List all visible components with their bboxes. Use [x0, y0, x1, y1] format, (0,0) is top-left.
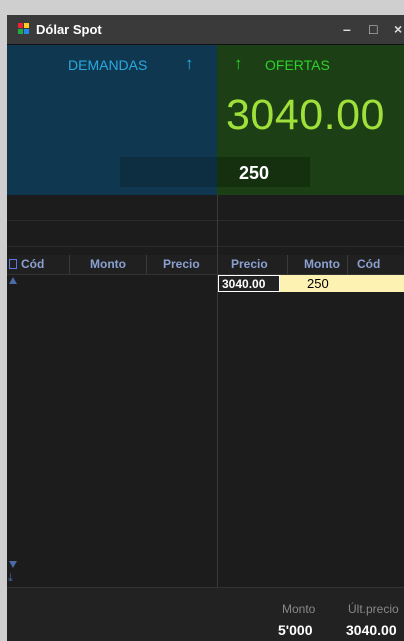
summary-bar: Monto 5'000 Últ.precio 3040.00 — [7, 587, 404, 641]
title-bar[interactable]: Dólar Spot – □ × — [7, 15, 404, 45]
ultimo-precio-label: Últ.precio — [348, 602, 399, 616]
scroll-up-icon[interactable] — [9, 277, 17, 284]
column-settings-icon[interactable] — [9, 259, 17, 269]
offer-row-price[interactable]: 3040.00 — [218, 275, 280, 292]
column-header-cod[interactable]: Cód — [357, 257, 380, 271]
offer-row[interactable]: 250 — [280, 275, 404, 292]
empty-row — [7, 195, 404, 221]
arrow-up-icon: ↑ — [185, 54, 194, 73]
order-book-header: Cód Monto Precio Precio Monto Cód — [7, 255, 404, 275]
scroll-to-end-icon[interactable]: ⤓ — [8, 573, 18, 584]
column-header-cod[interactable]: Cód — [21, 257, 44, 271]
minimize-button[interactable]: – — [343, 19, 351, 39]
monto-value: 5'000 — [278, 622, 313, 638]
best-offer-price: 3040.00 — [226, 91, 385, 139]
maximize-button[interactable]: □ — [369, 19, 377, 39]
demandas-quantity-box — [120, 157, 217, 187]
book-divider — [217, 195, 218, 587]
ofertas-label: OFERTAS — [265, 57, 330, 73]
window-title: Dólar Spot — [36, 22, 102, 37]
column-header-monto[interactable]: Monto — [304, 257, 340, 271]
dolar-spot-window: Dólar Spot – □ × DEMANDAS ↑ ↑ OFERTAS 30… — [7, 15, 404, 641]
close-button[interactable]: × — [394, 19, 402, 39]
arrow-up-icon: ↑ — [234, 54, 243, 73]
ultimo-precio-value: 3040.00 — [346, 622, 397, 638]
app-logo-icon — [18, 23, 30, 35]
column-header-monto[interactable]: Monto — [90, 257, 126, 271]
empty-row — [7, 221, 404, 247]
scroll-down-icon[interactable] — [9, 561, 17, 568]
demandas-panel[interactable]: DEMANDAS ↑ — [7, 45, 217, 195]
best-offer-quantity: 250 — [239, 163, 270, 183]
monto-label: Monto — [282, 602, 316, 616]
demandas-label: DEMANDAS — [68, 57, 148, 73]
column-header-precio[interactable]: Precio — [231, 257, 268, 271]
ofertas-panel[interactable]: ↑ OFERTAS 3040.00 250 — [217, 45, 404, 195]
column-header-precio[interactable]: Precio — [163, 257, 200, 271]
offer-row-monto: 250 — [307, 276, 329, 291]
